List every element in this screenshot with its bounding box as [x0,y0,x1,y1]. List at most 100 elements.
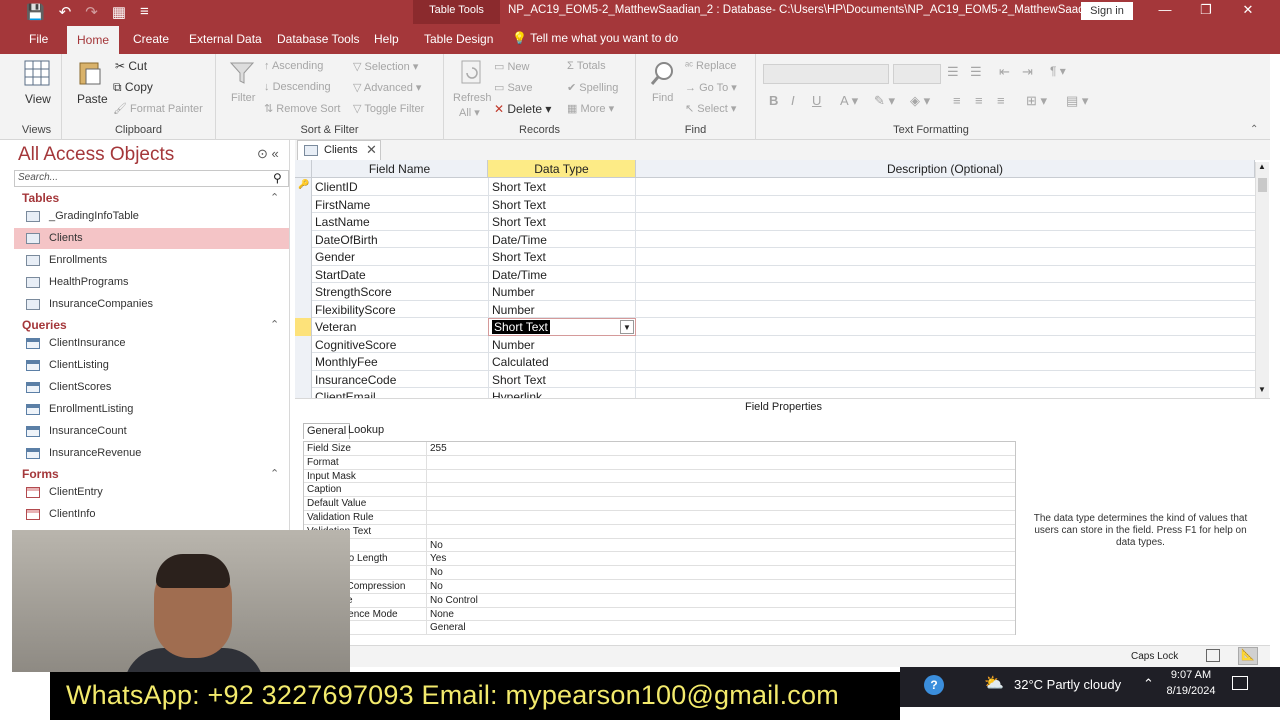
property-value[interactable]: General [430,622,466,633]
field-name-cell[interactable]: CognitiveScore [315,338,396,352]
collapse-icon[interactable]: ⌃ [270,467,279,480]
section-forms[interactable]: Forms ⌃ [22,467,279,481]
help-icon[interactable]: ? [924,675,944,695]
scroll-down-icon[interactable]: ▼ [1258,385,1266,394]
chevron-down-icon[interactable]: ▼ [620,320,634,334]
grid-row[interactable]: FlexibilityScore Number [295,300,1255,319]
row-selector[interactable] [295,388,312,398]
property-row[interactable]: Input Mask [304,469,1015,484]
tab-help[interactable]: Help [374,32,399,46]
weather-icon[interactable]: ⛅ [984,673,1004,693]
notification-icon[interactable] [1232,676,1248,690]
nav-item-insurancecompanies[interactable]: InsuranceCompanies [14,294,289,315]
numbering-icon[interactable]: ☰ [970,64,982,80]
sign-in-button[interactable]: Sign in [1081,2,1133,20]
collapse-icon[interactable]: ⌃ [270,318,279,331]
scroll-thumb[interactable] [1258,178,1267,192]
property-row[interactable]: Caption [304,483,1015,498]
customize-qat-icon[interactable]: ≡ [140,3,149,21]
field-name-cell[interactable]: MonthlyFee [315,355,378,369]
data-type-cell[interactable]: Short Text [492,180,546,194]
field-name-cell[interactable]: ClientID [315,180,358,194]
minimize-icon[interactable]: — [1145,0,1185,24]
underline-button[interactable]: U [812,93,821,108]
grid-row[interactable]: FirstName Short Text [295,195,1255,214]
paste-button[interactable]: Paste [77,92,108,106]
property-row[interactable]: Field Size 255 [304,442,1015,456]
header-data-type[interactable]: Data Type [488,160,636,178]
field-name-cell[interactable]: InsuranceCode [315,373,396,387]
tell-me-search[interactable]: 💡 Tell me what you want to do [512,31,678,45]
filter-button[interactable]: Filter [231,92,255,104]
nav-item-clientinsurance[interactable]: ClientInsurance [14,333,289,354]
bold-button[interactable]: B [769,93,778,108]
data-type-cell[interactable]: Short Text [492,250,546,264]
datasheet-view-icon[interactable] [1206,649,1220,662]
property-row[interactable]: Validation Text [304,524,1015,539]
table-icon[interactable]: ▦ [112,3,126,21]
redo-icon[interactable]: ↷ [85,3,98,21]
field-name-cell[interactable]: Veteran [315,320,356,334]
property-value[interactable]: No [430,581,443,592]
tab-clients[interactable]: Clients ✕ [297,140,381,160]
tab-external-data[interactable]: External Data [189,32,262,46]
property-row[interactable]: IME ModeNo Control [304,593,1015,608]
scroll-up-icon[interactable]: ▲ [1258,162,1266,171]
data-type-cell[interactable]: Short Text [492,373,546,387]
row-selector[interactable] [295,213,312,231]
row-selector[interactable] [295,370,312,388]
property-row[interactable]: Unicode Compression No [304,580,1015,594]
nav-item-cliententry[interactable]: ClientEntry [14,482,289,503]
selection-button[interactable]: ▽ Selection ▾ [353,60,418,73]
nav-item-clientscores[interactable]: ClientScores [14,377,289,398]
row-selector[interactable] [295,195,312,213]
collapse-icon[interactable]: ⌃ [270,191,279,204]
select-button[interactable]: ↖ Select ▾ [685,102,736,115]
tab-file[interactable]: File [29,32,48,46]
data-type-dropdown[interactable]: Short Text ▼ [488,318,636,336]
search-icon[interactable]: ⚲ [273,171,282,185]
property-value[interactable]: 255 [430,443,447,454]
font-color-icon[interactable]: A ▾ [840,93,858,109]
field-name-cell[interactable]: StrengthScore [315,285,392,299]
field-name-cell[interactable]: DateOfBirth [315,233,378,247]
field-name-cell[interactable]: StartDate [315,268,366,282]
descending-button[interactable]: ↓ Descending [264,81,331,93]
show-hidden-icons-icon[interactable]: ⌃ [1143,676,1154,692]
format-painter-button[interactable]: 🖌 Format Painter [113,102,203,115]
grid-row[interactable]: Gender Short Text [295,248,1255,266]
section-queries[interactable]: Queries ⌃ [22,318,279,332]
advanced-button[interactable]: ▽ Advanced ▾ [353,81,421,94]
tab-lookup[interactable]: Lookup [345,423,387,439]
data-type-cell[interactable]: Number [492,285,535,299]
header-description[interactable]: Description (Optional) [636,160,1255,178]
grid-row[interactable]: InsuranceCode Short Text [295,370,1255,389]
delete-button[interactable]: ✕ Delete ▾ [494,102,551,116]
find-button[interactable]: Find [652,92,673,104]
font-name-dropdown[interactable] [763,64,889,84]
close-icon[interactable]: ✕ [1228,0,1268,24]
collapse-ribbon-icon[interactable]: ⌃ [1250,124,1258,135]
font-size-dropdown[interactable] [893,64,941,84]
property-value[interactable]: Yes [430,553,446,564]
data-type-cell[interactable]: Short Text [492,198,546,212]
cut-button[interactable]: ✂ Cut [115,59,147,73]
totals-button[interactable]: Σ Totals [567,60,606,72]
row-selector[interactable] [295,248,312,266]
nav-item-gradinginfotable[interactable]: _GradingInfoTable [14,206,289,227]
grid-row[interactable]: Veteran Short Text ▼ [295,318,1255,336]
grid-row[interactable]: StartDate Date/Time [295,265,1255,284]
tab-general[interactable]: General [303,423,351,439]
nav-item-enrollmentlisting[interactable]: EnrollmentListing [14,399,289,420]
section-tables[interactable]: Tables ⌃ [22,191,279,205]
goto-button[interactable]: → Go To ▾ [685,81,737,94]
data-type-cell[interactable]: Short Text [492,215,546,229]
nav-item-insurancerevenue[interactable]: InsuranceRevenue [14,443,289,464]
italic-button[interactable]: I [791,93,795,108]
design-view-icon[interactable]: 📐 [1238,647,1258,665]
property-row[interactable]: Default Value [304,497,1015,512]
field-name-cell[interactable]: Gender [315,250,355,264]
refresh-button[interactable]: Refresh [453,92,492,104]
row-selector[interactable] [295,353,312,371]
bullets-icon[interactable]: ☰ [947,64,959,80]
